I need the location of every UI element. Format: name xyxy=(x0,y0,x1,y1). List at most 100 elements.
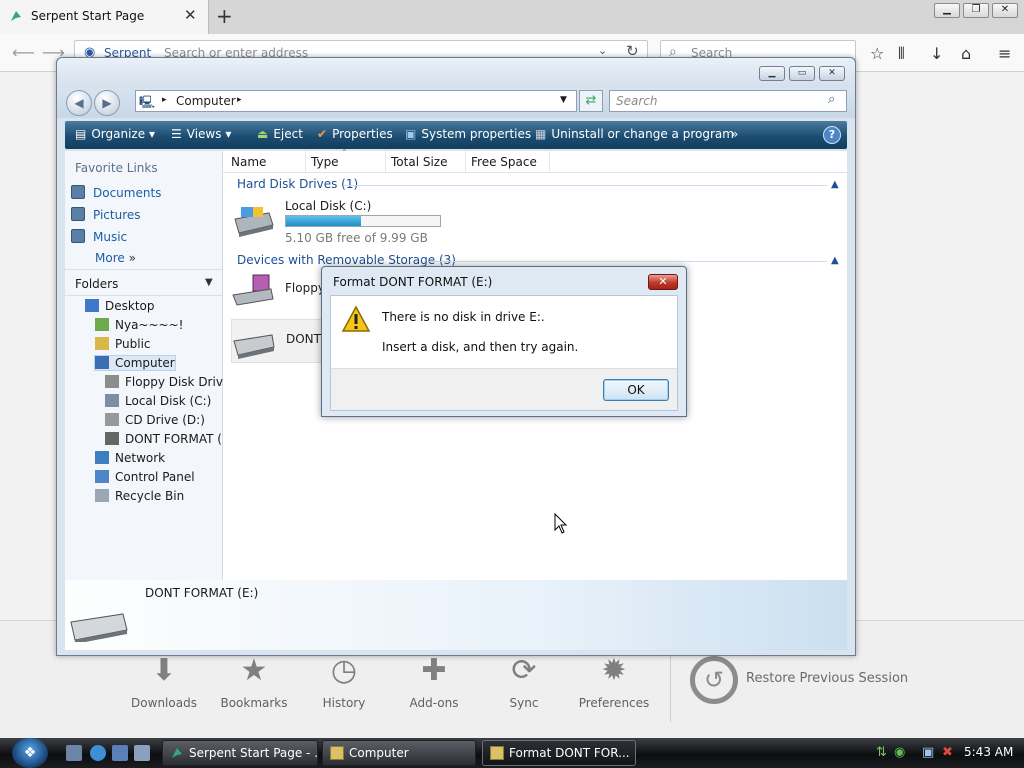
taskbar: ❖ Serpent Start Page - ... Computer Form… xyxy=(0,738,1024,768)
system-properties-button[interactable]: ▣ System properties xyxy=(405,127,531,141)
fav-link-music[interactable]: Music xyxy=(71,229,127,244)
explorer-forward-icon[interactable]: ▶ xyxy=(94,90,120,116)
fav-link-pictures[interactable]: Pictures xyxy=(71,207,141,222)
folders-header[interactable]: Folders xyxy=(75,277,118,291)
column-separator[interactable] xyxy=(549,151,550,173)
explorer-maximize-button[interactable]: ▭ xyxy=(789,66,815,81)
removable-drive-icon xyxy=(233,334,275,359)
home-icon[interactable]: ⌂ xyxy=(961,44,971,63)
quicklaunch-app-icon[interactable] xyxy=(134,745,150,761)
close-window-button[interactable]: ✕ xyxy=(992,3,1018,18)
downloads-launcher[interactable]: ⬇ Downloads xyxy=(119,652,209,710)
explorer-close-button[interactable]: ✕ xyxy=(819,66,845,81)
drive-local-disk-c[interactable]: Local Disk (C:) 5.10 GB free of 9.99 GB xyxy=(231,195,455,245)
bookmarks-launcher[interactable]: ★ Bookmarks xyxy=(209,652,299,710)
breadcrumb-arrow-icon[interactable]: ▸ xyxy=(162,95,167,105)
addons-launcher[interactable]: ✚ Add-ons xyxy=(389,652,479,710)
taskbar-item-format-dialog[interactable]: Format DONT FOR... xyxy=(482,740,636,766)
tree-item[interactable]: Recycle Bin xyxy=(95,489,184,503)
group-removable-storage[interactable]: Devices with Removable Storage (3) xyxy=(237,253,456,267)
help-icon[interactable]: ? xyxy=(823,126,841,144)
column-separator[interactable] xyxy=(305,151,306,173)
dialog-close-button[interactable]: ✕ xyxy=(648,274,678,290)
tree-item[interactable]: Control Panel xyxy=(95,470,195,484)
tree-item[interactable]: Desktop xyxy=(85,299,155,313)
eject-button[interactable]: ⏏ Eject xyxy=(257,127,303,141)
new-tab-button[interactable]: + xyxy=(216,4,233,28)
browser-tab[interactable]: Serpent Start Page ✕ xyxy=(0,0,209,34)
fav-link-documents[interactable]: Documents xyxy=(71,185,161,200)
documents-icon xyxy=(71,185,85,199)
tree-item[interactable]: Nya~~~~! xyxy=(95,318,183,332)
collapse-group-icon[interactable]: ▲ xyxy=(831,255,839,266)
library-icon[interactable]: ⫴ xyxy=(898,44,905,64)
tree-item[interactable]: Network xyxy=(95,451,165,465)
start-button[interactable]: ❖ xyxy=(12,738,48,768)
more-commands-chevron-icon[interactable]: » xyxy=(731,127,738,141)
taskbar-item-browser[interactable]: Serpent Start Page - ... xyxy=(162,740,318,766)
explorer-minimize-button[interactable]: ▁ xyxy=(759,66,785,81)
folders-collapse-icon[interactable]: ▼ xyxy=(205,277,213,288)
close-tab-icon[interactable]: ✕ xyxy=(184,6,197,24)
restore-window-button[interactable]: ❐ xyxy=(963,3,989,18)
explorer-address-bar[interactable]: 🖳 ▸ Computer ▸ ▼ xyxy=(135,90,577,112)
menu-icon[interactable]: ≡ xyxy=(998,44,1011,63)
tree-item[interactable]: Computer xyxy=(94,355,176,371)
column-total-size[interactable]: Total Size xyxy=(391,155,447,169)
minimize-window-button[interactable]: ▁ xyxy=(934,3,960,18)
sync-launcher[interactable]: ⟳ Sync xyxy=(479,652,569,710)
sync-label: Sync xyxy=(509,696,539,710)
tray-volume-muted-icon[interactable]: ✖ xyxy=(942,745,953,760)
address-dropdown-icon[interactable]: ▼ xyxy=(560,95,567,105)
explorer-refresh-icon[interactable]: ⇄ xyxy=(579,90,603,112)
explorer-back-icon[interactable]: ◀ xyxy=(66,90,92,116)
explorer-search-box[interactable]: Search ⌕ xyxy=(609,90,847,112)
views-dropdown-icon: ▾ xyxy=(225,127,232,141)
restore-session-icon[interactable]: ↺ xyxy=(690,656,738,704)
explorer-title-bar[interactable]: ▁ ▭ ✕ xyxy=(57,58,855,88)
group-hard-disk-drives[interactable]: Hard Disk Drives (1) xyxy=(237,177,358,191)
serpent-logo-icon xyxy=(11,11,21,21)
magnifier-icon[interactable]: ⌕ xyxy=(828,92,835,107)
tree-item[interactable]: Public xyxy=(95,337,151,351)
tray-network-icon[interactable]: ⇅ xyxy=(876,745,887,760)
bookmark-star-icon[interactable]: ☆ xyxy=(870,44,884,63)
taskbar-clock[interactable]: 5:43 AM xyxy=(964,745,1013,759)
tree-item-label: Computer xyxy=(115,356,175,370)
taskbar-item-computer[interactable]: Computer xyxy=(322,740,476,766)
column-type[interactable]: Type xyxy=(311,155,339,169)
properties-button[interactable]: ✔ Properties xyxy=(317,127,393,141)
organize-button[interactable]: ▤ Organize ▾ xyxy=(75,127,155,141)
tray-update-icon[interactable]: ◉ xyxy=(894,745,905,760)
downloads-icon[interactable]: ↓ xyxy=(930,44,943,63)
views-button[interactable]: ☰ Views ▾ xyxy=(171,127,231,141)
history-launcher[interactable]: ◷ History xyxy=(299,652,389,710)
back-arrow-icon[interactable]: ⟵ xyxy=(12,43,35,62)
warning-icon xyxy=(341,305,371,332)
tree-item[interactable]: Local Disk (C:) xyxy=(105,394,211,408)
internet-explorer-icon[interactable] xyxy=(90,745,106,761)
tree-item[interactable]: DONT FORMAT (E: xyxy=(105,432,234,446)
breadcrumb-arrow-icon[interactable]: ▸ xyxy=(237,95,242,105)
preferences-launcher[interactable]: ✹ Preferences xyxy=(569,652,659,710)
column-separator[interactable] xyxy=(385,151,386,173)
floppy-drive-icon xyxy=(232,274,274,306)
show-desktop-icon[interactable] xyxy=(66,745,82,761)
column-separator[interactable] xyxy=(465,151,466,173)
folder-icon xyxy=(330,746,344,760)
uninstall-program-button[interactable]: ▦ Uninstall or change a program xyxy=(535,127,734,141)
breadcrumb-computer[interactable]: Computer xyxy=(176,94,236,108)
tree-item[interactable]: Floppy Disk Drive xyxy=(105,375,230,389)
tree-item[interactable]: CD Drive (D:) xyxy=(105,413,205,427)
restore-session-button[interactable]: Restore Previous Session xyxy=(746,671,908,686)
ok-button[interactable]: OK xyxy=(603,379,669,401)
collapse-group-icon[interactable]: ▲ xyxy=(831,179,839,190)
checkmark-icon: ✔ xyxy=(317,127,328,141)
switch-windows-icon[interactable] xyxy=(112,745,128,761)
fav-more-link[interactable]: More » xyxy=(95,251,136,265)
column-free-space[interactable]: Free Space xyxy=(471,155,537,169)
column-name[interactable]: Name xyxy=(231,155,266,169)
browser-tab-strip: Serpent Start Page ✕ + ▁ ❐ ✕ xyxy=(0,0,1024,34)
tray-display-icon[interactable]: ▣ xyxy=(922,745,934,760)
url-dropdown-icon[interactable]: ⌄ xyxy=(598,44,607,57)
